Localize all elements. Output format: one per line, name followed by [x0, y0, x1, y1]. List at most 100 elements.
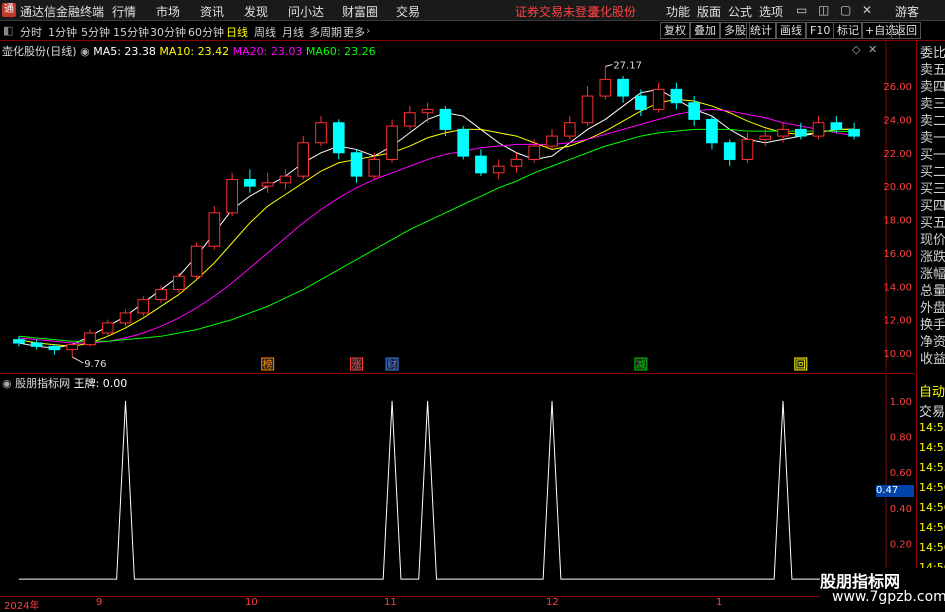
quote-field-label: 净资 [920, 335, 945, 350]
settings-icon[interactable]: ◉ [2, 377, 12, 390]
settings-icon[interactable]: ◉ [80, 45, 90, 58]
candle[interactable] [812, 116, 825, 140]
period-toolbar: ◧ 分时 1分钟 5分钟 15分钟 30分钟 60分钟 日线 周线 月线 多周期… [0, 21, 945, 41]
candlestick-chart[interactable]: 26.00 24.00 22.00 20.00 18.00 16.00 14.00 12.00… [0, 41, 915, 372]
tool-button[interactable]: F10 [806, 22, 835, 39]
guest-label[interactable]: 游客 [895, 3, 919, 20]
candle[interactable] [599, 66, 612, 100]
menu-item-assistant[interactable]: 问小达 [288, 3, 324, 20]
candle[interactable] [546, 129, 558, 150]
candle[interactable] [581, 86, 594, 127]
current-value-badge: 0.47 [876, 485, 914, 497]
period-tab[interactable]: 30分钟 [150, 24, 186, 40]
tool-button[interactable]: 画线 [776, 22, 806, 39]
candle[interactable] [510, 152, 523, 173]
period-tab[interactable]: 5分钟 [81, 24, 110, 40]
candle[interactable] [652, 82, 665, 113]
auto-trade-label[interactable]: 交易 [919, 401, 945, 420]
candle[interactable] [155, 286, 167, 303]
candle[interactable] [84, 329, 96, 347]
period-tab[interactable]: 1分钟 [48, 24, 77, 40]
menu-item-wealth[interactable]: 财富圈 [342, 3, 378, 20]
candle[interactable] [172, 272, 185, 293]
candle[interactable] [421, 102, 434, 123]
candle[interactable] [848, 122, 860, 140]
chevron-right-icon[interactable]: › [366, 24, 370, 37]
candle[interactable] [226, 172, 238, 217]
candle[interactable] [297, 136, 310, 180]
candle[interactable] [119, 309, 132, 327]
candle[interactable] [315, 116, 327, 147]
menu-function[interactable]: 功能 [666, 3, 690, 20]
y-tick-label: 24.00 [883, 115, 912, 126]
candle[interactable] [13, 336, 25, 347]
candle[interactable] [30, 339, 43, 350]
quote-field-label: 卖五 [920, 63, 945, 78]
period-tab[interactable]: 周线 [254, 24, 276, 40]
tool-button[interactable]: 统计 [746, 22, 776, 39]
diamond-icon[interactable]: ◇ [852, 43, 860, 56]
y-tick-label: 14.00 [883, 282, 912, 293]
y-tick-label: 0.20 [890, 539, 912, 550]
watermark-url: www.7gpzb.com [832, 589, 945, 605]
candle[interactable] [244, 169, 256, 193]
candle[interactable] [563, 116, 576, 140]
candle[interactable] [670, 82, 683, 110]
candle[interactable] [208, 206, 221, 250]
menu-item-discover[interactable]: 发现 [244, 3, 268, 20]
candle[interactable] [279, 169, 292, 190]
candle[interactable] [48, 344, 61, 355]
candle[interactable] [617, 76, 629, 103]
candle[interactable] [723, 139, 736, 167]
chart-title: 壶化股份(日线) [2, 45, 77, 58]
menu-item-market[interactable]: 行情 [112, 3, 136, 20]
period-tab[interactable]: 多周期 [309, 24, 342, 40]
period-tab[interactable]: 60分钟 [188, 24, 224, 40]
legend-ma10: MA10: 23.42 [159, 45, 230, 58]
candle[interactable] [528, 139, 541, 163]
period-tab-active[interactable]: 日线 [226, 24, 248, 40]
candle[interactable] [332, 119, 345, 160]
candle[interactable] [457, 126, 469, 160]
menu-item-news[interactable]: 资讯 [200, 3, 224, 20]
quote-field-label: 收益 [920, 352, 945, 367]
maximize-button[interactable]: ▢ [840, 3, 851, 17]
tool-button[interactable]: 叠加 [690, 22, 720, 39]
candle[interactable] [261, 172, 274, 193]
candle[interactable] [190, 242, 203, 280]
candle[interactable] [66, 342, 79, 357]
restore-button[interactable]: ◫ [818, 3, 829, 17]
collapse-icon[interactable]: ◧ [3, 24, 13, 37]
candle[interactable] [759, 129, 772, 147]
login-notice[interactable]: 证券交易未登录 [515, 3, 599, 20]
quote-field-label: 买四 [920, 199, 945, 214]
candle[interactable] [492, 159, 505, 180]
close-icon[interactable]: ✕ [868, 43, 877, 56]
menu-item-trade[interactable]: 交易 [396, 3, 420, 20]
y-tick-label: 0.40 [890, 504, 912, 515]
tool-button[interactable]: 复权 [660, 22, 690, 39]
minimize-button[interactable]: ▭ [796, 3, 807, 17]
candle[interactable] [386, 119, 398, 163]
tool-button[interactable]: 返回 [891, 22, 921, 39]
candle[interactable] [475, 149, 487, 177]
period-tab[interactable]: 15分钟 [113, 24, 149, 40]
candle[interactable] [350, 149, 363, 183]
tool-button[interactable]: 标记 [833, 22, 863, 39]
menu-formula[interactable]: 公式 [728, 3, 752, 20]
candle[interactable] [101, 319, 114, 337]
auto-trade-label[interactable]: 自动 [919, 381, 945, 400]
x-axis: 2024年 9 10 11 12 1 [0, 596, 945, 612]
period-tab[interactable]: 月线 [282, 24, 304, 40]
menu-layout[interactable]: 版面 [697, 3, 721, 20]
candle[interactable] [404, 106, 416, 130]
close-button[interactable]: ✕ [862, 3, 872, 17]
menu-item-markets[interactable]: 市场 [156, 3, 180, 20]
candle[interactable] [635, 89, 647, 117]
candle[interactable] [706, 116, 718, 150]
period-tab-more[interactable]: 更多 [343, 24, 365, 40]
indicator-chart[interactable]: 1.00 0.80 0.60 0.40 0.20 [0, 373, 915, 594]
candle[interactable] [137, 296, 150, 317]
menu-options[interactable]: 选项 [759, 3, 783, 20]
period-tab[interactable]: 分时 [20, 24, 42, 40]
